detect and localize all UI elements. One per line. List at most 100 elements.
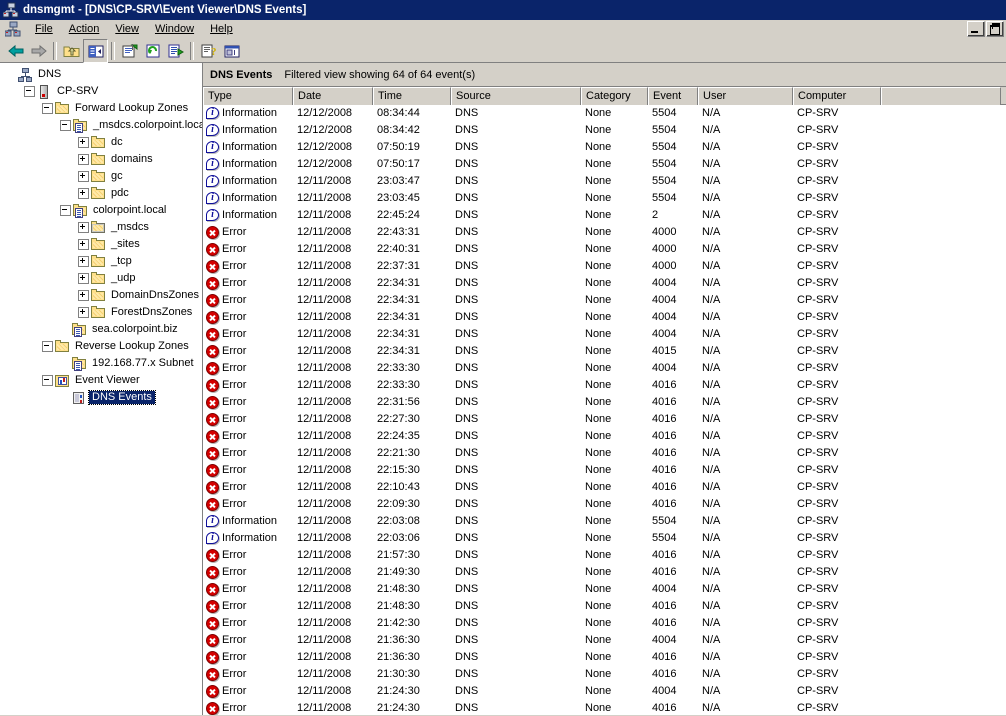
table-row[interactable]: Error 12/11/2008 21:36:30 DNS None 4016 N/A CP-… <box>203 649 1006 666</box>
expand-plus-icon[interactable] <box>78 171 89 182</box>
tree-node-gc[interactable]: gc <box>0 168 202 185</box>
tree-node-msdcs[interactable]: _msdcs <box>0 219 202 236</box>
collapse-minus-icon[interactable] <box>42 103 53 114</box>
table-row[interactable]: Information 12/12/2008 08:34:42 DNS None 5504… <box>203 122 1006 139</box>
column-header-type[interactable]: Type <box>203 87 293 105</box>
table-row[interactable]: Information 12/11/2008 23:03:45 DNS None 5504… <box>203 190 1006 207</box>
table-row[interactable]: Error 12/11/2008 21:48:30 DNS None 4004 N/A CP-… <box>203 581 1006 598</box>
tree-node-reverse-lookup-zones[interactable]: Reverse Lookup Zones <box>0 338 202 355</box>
collapse-minus-icon[interactable] <box>42 341 53 352</box>
menu-item-help[interactable]: Help <box>202 21 241 37</box>
column-header-computer[interactable]: Computer <box>793 87 881 105</box>
menu-item-view[interactable]: View <box>107 21 147 37</box>
table-row[interactable]: Error 12/11/2008 22:34:31 DNS None 4004 N/A CP-… <box>203 326 1006 343</box>
forward-button[interactable] <box>27 40 50 62</box>
tree-node-192-168-77-x-subnet[interactable]: 192.168.77.x Subnet <box>0 355 202 372</box>
table-row[interactable]: Error 12/11/2008 21:48:30 DNS None 4016 N/A CP-… <box>203 598 1006 615</box>
tree-node-udp[interactable]: _udp <box>0 270 202 287</box>
tree-node-msdcs-colorpoint-local[interactable]: _msdcs.colorpoint.local <box>0 117 202 134</box>
table-row[interactable]: Error 12/11/2008 22:27:30 DNS None 4016 N/A CP-… <box>203 411 1006 428</box>
expand-plus-icon[interactable] <box>78 307 89 318</box>
expand-plus-icon[interactable] <box>78 188 89 199</box>
tree-node-cp-srv[interactable]: CP-SRV <box>0 83 202 100</box>
collapse-minus-icon[interactable] <box>60 205 71 216</box>
table-row[interactable]: Error 12/11/2008 22:10:43 DNS None 4016 N/A CP-… <box>203 479 1006 496</box>
properties-button[interactable] <box>118 40 141 62</box>
tree-node-domaindnszones[interactable]: DomainDnsZones <box>0 287 202 304</box>
restore-button[interactable] <box>986 21 1004 37</box>
column-header-time[interactable]: Time <box>373 87 451 105</box>
console-tree-pane[interactable]: DNS CP-SRV Forward Lookup Zones _msdcs.colo… <box>0 63 203 715</box>
table-row[interactable]: Information 12/11/2008 23:03:47 DNS None 5504… <box>203 173 1006 190</box>
collapse-minus-icon[interactable] <box>24 86 35 97</box>
table-row[interactable]: Error 12/11/2008 22:33:30 DNS None 4016 N/A CP-… <box>203 377 1006 394</box>
table-row[interactable]: Error 12/11/2008 22:15:30 DNS None 4016 N/A CP-… <box>203 462 1006 479</box>
refresh-button[interactable] <box>141 40 164 62</box>
help-button[interactable]: ? <box>197 40 220 62</box>
collapse-minus-icon[interactable] <box>42 375 53 386</box>
menu-item-action[interactable]: Action <box>61 21 108 37</box>
expand-plus-icon[interactable] <box>78 154 89 165</box>
tree-node-dc[interactable]: dc <box>0 134 202 151</box>
column-header-category[interactable]: Category <box>581 87 648 105</box>
event-table-body[interactable]: Information 12/12/2008 08:34:44 DNS None 5504… <box>203 105 1006 715</box>
table-row[interactable]: Error 12/11/2008 22:40:31 DNS None 4000 N/A CP-… <box>203 241 1006 258</box>
expand-plus-icon[interactable] <box>78 273 89 284</box>
table-row[interactable]: Information 12/11/2008 22:03:06 DNS None 5504… <box>203 530 1006 547</box>
menu-item-file[interactable]: File <box>27 21 61 37</box>
column-header-date[interactable]: Date <box>293 87 373 105</box>
tree-node-colorpoint-local[interactable]: colorpoint.local <box>0 202 202 219</box>
table-row[interactable]: Error 12/11/2008 22:37:31 DNS None 4000 N/A CP-… <box>203 258 1006 275</box>
table-row[interactable]: Error 12/11/2008 21:49:30 DNS None 4016 N/A CP-… <box>203 564 1006 581</box>
expand-plus-icon[interactable] <box>78 290 89 301</box>
expand-plus-icon[interactable] <box>78 137 89 148</box>
column-header-blank[interactable] <box>881 87 1001 105</box>
tree-node-pdc[interactable]: pdc <box>0 185 202 202</box>
column-header-source[interactable]: Source <box>451 87 581 105</box>
table-row[interactable]: Error 12/11/2008 22:21:30 DNS None 4016 N/A CP-… <box>203 445 1006 462</box>
tree-node-dns[interactable]: DNS <box>0 66 202 83</box>
table-row[interactable]: Error 12/11/2008 22:43:31 DNS None 4000 N/A CP-… <box>203 224 1006 241</box>
up-one-level-button[interactable] <box>60 40 83 62</box>
table-row[interactable]: Information 12/12/2008 07:50:17 DNS None 5504… <box>203 156 1006 173</box>
table-row[interactable]: Error 12/11/2008 22:34:31 DNS None 4004 N/A CP-… <box>203 275 1006 292</box>
table-row[interactable]: Information 12/12/2008 08:34:44 DNS None 5504… <box>203 105 1006 122</box>
expand-plus-icon[interactable] <box>78 239 89 250</box>
show-hide-tree-button[interactable] <box>83 38 108 63</box>
tree-node-dns-events[interactable]: DNS Events <box>0 389 202 406</box>
table-row[interactable]: Information 12/11/2008 22:03:08 DNS None 5504… <box>203 513 1006 530</box>
tree-node-sea-colorpoint-biz[interactable]: sea.colorpoint.biz <box>0 321 202 338</box>
table-row[interactable]: Information 12/11/2008 22:45:24 DNS None 2 N/A… <box>203 207 1006 224</box>
tree-node-tcp[interactable]: _tcp <box>0 253 202 270</box>
tree-node-domains[interactable]: domains <box>0 151 202 168</box>
table-row[interactable]: Error 12/11/2008 21:42:30 DNS None 4016 N/A CP-… <box>203 615 1006 632</box>
expand-plus-icon[interactable] <box>78 256 89 267</box>
tree-node-event-viewer[interactable]: Event Viewer <box>0 372 202 389</box>
table-row[interactable]: Error 12/11/2008 22:31:56 DNS None 4016 N/A CP-… <box>203 394 1006 411</box>
table-row[interactable]: Error 12/11/2008 21:57:30 DNS None 4016 N/A CP-… <box>203 547 1006 564</box>
back-button[interactable] <box>4 40 27 62</box>
tree-node-forward-lookup-zones[interactable]: Forward Lookup Zones <box>0 100 202 117</box>
expand-plus-icon[interactable] <box>78 222 89 233</box>
minimize-button[interactable] <box>967 21 985 37</box>
column-header-event[interactable]: Event <box>648 87 698 105</box>
column-header-user[interactable]: User <box>698 87 793 105</box>
table-row[interactable]: Error 12/11/2008 21:24:30 DNS None 4004 N/A CP-… <box>203 683 1006 700</box>
table-row[interactable]: Error 12/11/2008 22:34:31 DNS None 4015 N/A CP-… <box>203 343 1006 360</box>
table-row[interactable]: Error 12/11/2008 22:09:30 DNS None 4016 N/A CP-… <box>203 496 1006 513</box>
table-row[interactable]: Error 12/11/2008 21:36:30 DNS None 4004 N/A CP-… <box>203 632 1006 649</box>
table-row[interactable]: Information 12/12/2008 07:50:19 DNS None 5504… <box>203 139 1006 156</box>
table-row[interactable]: Error 12/11/2008 22:34:31 DNS None 4004 N/A CP-… <box>203 292 1006 309</box>
tree-node-forestdnszones[interactable]: ForestDnsZones <box>0 304 202 321</box>
export-list-button[interactable] <box>164 40 187 62</box>
table-row[interactable]: Error 12/11/2008 22:34:31 DNS None 4004 N/A CP-… <box>203 309 1006 326</box>
table-row[interactable]: Error 12/11/2008 22:24:35 DNS None 4016 N/A CP-… <box>203 428 1006 445</box>
tree-node-sites[interactable]: _sites <box>0 236 202 253</box>
collapse-minus-icon[interactable] <box>60 120 71 131</box>
table-row[interactable]: Error 12/11/2008 21:30:30 DNS None 4016 N/A CP-… <box>203 666 1006 683</box>
cell-source: DNS <box>455 549 479 561</box>
menu-item-window[interactable]: Window <box>147 21 202 37</box>
new-window-button[interactable] <box>220 40 243 62</box>
table-row[interactable]: Error 12/11/2008 21:24:30 DNS None 4016 N/A CP-… <box>203 700 1006 715</box>
table-row[interactable]: Error 12/11/2008 22:33:30 DNS None 4004 N/A CP-… <box>203 360 1006 377</box>
